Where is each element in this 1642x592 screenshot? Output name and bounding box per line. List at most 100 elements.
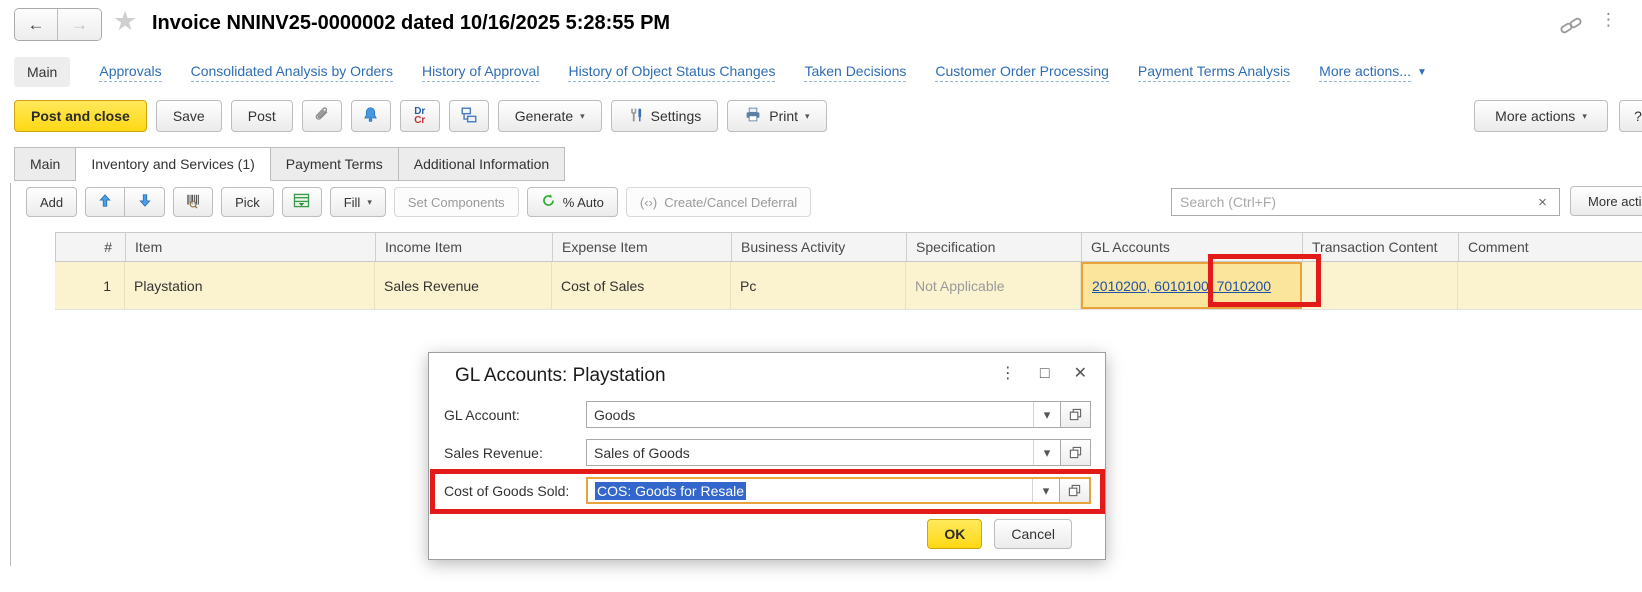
cancel-button[interactable]: Cancel — [994, 519, 1072, 549]
cell-comment[interactable] — [1458, 262, 1642, 309]
nav-command-bar: Main Approvals Consolidated Analysis by … — [14, 57, 1427, 87]
arrow-up-icon — [98, 193, 112, 211]
barcode-icon — [185, 193, 202, 212]
barcode-scan-button[interactable] — [173, 187, 213, 217]
close-icon: × — [1538, 194, 1547, 211]
generate-button[interactable]: Generate▾ — [498, 100, 602, 132]
forward-button[interactable]: → — [58, 9, 101, 40]
cost-of-goods-sold-value[interactable]: COS: Goods for Resale — [595, 482, 746, 500]
dialog-maximize-icon[interactable]: □ — [1040, 366, 1050, 382]
column-header-gl-accounts[interactable]: GL Accounts — [1082, 233, 1303, 261]
nav-item-taken-decisions[interactable]: Taken Decisions — [804, 63, 906, 82]
grid-toolbar: Add Pick Fill▾ Set Components — [26, 187, 811, 217]
printer-icon — [744, 106, 762, 126]
move-up-button[interactable] — [85, 187, 125, 217]
attachments-button[interactable] — [302, 100, 342, 132]
help-button[interactable]: ? — [1619, 100, 1642, 132]
cost-of-goods-sold-field[interactable]: COS: Goods for Resale ▾ — [586, 477, 1091, 504]
deferral-icon: (‹›) — [640, 195, 657, 210]
save-button[interactable]: Save — [156, 100, 222, 132]
chevron-down-icon: ▾ — [1582, 112, 1587, 121]
nav-item-approvals[interactable]: Approvals — [99, 63, 161, 82]
reminders-button[interactable] — [351, 100, 391, 132]
dropdown-arrow-icon[interactable]: ▾ — [1032, 479, 1059, 502]
cell-expense-item[interactable]: Cost of Sales — [552, 262, 731, 309]
gl-account-value[interactable]: Goods — [587, 402, 1033, 427]
back-button[interactable]: ← — [15, 9, 58, 40]
table-row[interactable]: 1 Playstation Sales Revenue Cost of Sale… — [55, 262, 1642, 310]
cell-gl-accounts[interactable]: 2010200, 6010100, 7010200 — [1081, 262, 1302, 309]
gl-accounts-link[interactable]: 2010200, 6010100, 7010200 — [1092, 278, 1271, 294]
nav-item-customer-order-processing[interactable]: Customer Order Processing — [935, 63, 1109, 82]
cell-specification[interactable]: Not Applicable — [906, 262, 1081, 309]
column-header-income-item[interactable]: Income Item — [376, 233, 553, 261]
column-header-comment[interactable]: Comment — [1459, 233, 1642, 261]
table-header-row: # Item Income Item Expense Item Business… — [55, 232, 1642, 262]
nav-more-actions-label: More actions... — [1319, 63, 1411, 82]
clear-search-button[interactable]: × — [1526, 188, 1560, 216]
paperclip-icon — [313, 106, 331, 127]
choose-icon[interactable] — [1060, 440, 1090, 465]
related-documents-button[interactable] — [449, 100, 489, 132]
more-actions-button[interactable]: More actions▾ — [1474, 100, 1608, 132]
percent-auto-button[interactable]: % Auto — [527, 187, 618, 217]
search-input[interactable] — [1171, 188, 1527, 216]
tab-additional-information[interactable]: Additional Information — [399, 147, 565, 181]
refresh-icon — [541, 193, 556, 211]
column-header-transaction-content[interactable]: Transaction Content — [1303, 233, 1459, 261]
gl-account-field[interactable]: Goods ▾ — [586, 401, 1091, 428]
gl-account-label: GL Account: — [444, 407, 586, 423]
chevron-down-icon: ▼ — [1417, 67, 1427, 78]
debit-credit-button[interactable]: DrCr — [400, 100, 440, 132]
print-button[interactable]: Print▾ — [727, 100, 826, 132]
nav-more-actions[interactable]: More actions... ▼ — [1319, 63, 1427, 82]
tab-inventory-and-services[interactable]: Inventory and Services (1) — [76, 147, 270, 181]
column-header-number[interactable]: # — [56, 233, 126, 261]
dialog-close-icon[interactable]: ✕ — [1074, 366, 1087, 382]
pick-button[interactable]: Pick — [221, 187, 274, 217]
cell-transaction-content[interactable] — [1302, 262, 1458, 309]
fill-button[interactable]: Fill▾ — [330, 187, 386, 217]
dialog-buttons: OK Cancel — [927, 519, 1072, 549]
add-row-button[interactable]: Add — [26, 187, 77, 217]
chevron-down-icon: ▾ — [367, 198, 372, 207]
tab-main[interactable]: Main — [14, 147, 76, 181]
cell-item[interactable]: Playstation — [125, 262, 375, 309]
dialog-controls: ⋮ □ ✕ — [1000, 366, 1087, 382]
document-structure-icon — [460, 106, 478, 127]
nav-item-payment-terms-analysis[interactable]: Payment Terms Analysis — [1138, 63, 1290, 82]
sales-revenue-value[interactable]: Sales of Goods — [587, 440, 1033, 465]
post-button[interactable]: Post — [231, 100, 293, 132]
dropdown-arrow-icon[interactable]: ▾ — [1033, 402, 1060, 427]
cell-business-activity[interactable]: Pc — [731, 262, 906, 309]
show-list-button[interactable] — [282, 187, 322, 217]
tab-payment-terms[interactable]: Payment Terms — [271, 147, 399, 181]
get-link-icon[interactable] — [1558, 12, 1584, 41]
nav-item-consolidated-analysis[interactable]: Consolidated Analysis by Orders — [191, 63, 393, 82]
dialog-more-icon[interactable]: ⋮ — [1000, 366, 1016, 382]
choose-icon[interactable] — [1059, 479, 1089, 502]
settings-button[interactable]: Settings — [611, 100, 719, 132]
cell-income-item[interactable]: Sales Revenue — [375, 262, 552, 309]
column-header-business-activity[interactable]: Business Activity — [732, 233, 907, 261]
choose-icon[interactable] — [1060, 402, 1090, 427]
grid-more-actions-button[interactable]: More actions▾ — [1570, 186, 1642, 216]
move-down-button[interactable] — [125, 187, 165, 217]
column-header-expense-item[interactable]: Expense Item — [553, 233, 732, 261]
green-table-icon — [293, 193, 310, 211]
field-row-sales-revenue: Sales Revenue: Sales of Goods ▾ — [444, 439, 1091, 466]
nav-item-history-of-status-changes[interactable]: History of Object Status Changes — [568, 63, 775, 82]
set-components-button[interactable]: Set Components — [394, 187, 519, 217]
post-and-close-button[interactable]: Post and close — [14, 100, 147, 132]
sales-revenue-field[interactable]: Sales of Goods ▾ — [586, 439, 1091, 466]
column-header-item[interactable]: Item — [126, 233, 376, 261]
header-more-icon[interactable]: ⋮ — [1600, 10, 1617, 30]
create-cancel-deferral-button[interactable]: (‹›) Create/Cancel Deferral — [626, 187, 811, 217]
dropdown-arrow-icon[interactable]: ▾ — [1033, 440, 1060, 465]
column-header-specification[interactable]: Specification — [907, 233, 1082, 261]
chevron-down-icon: ▾ — [580, 112, 585, 121]
nav-item-main[interactable]: Main — [14, 57, 70, 87]
ok-button[interactable]: OK — [927, 519, 982, 549]
nav-item-history-of-approval[interactable]: History of Approval — [422, 63, 540, 82]
favorite-star-icon[interactable]: ★ — [113, 6, 137, 37]
